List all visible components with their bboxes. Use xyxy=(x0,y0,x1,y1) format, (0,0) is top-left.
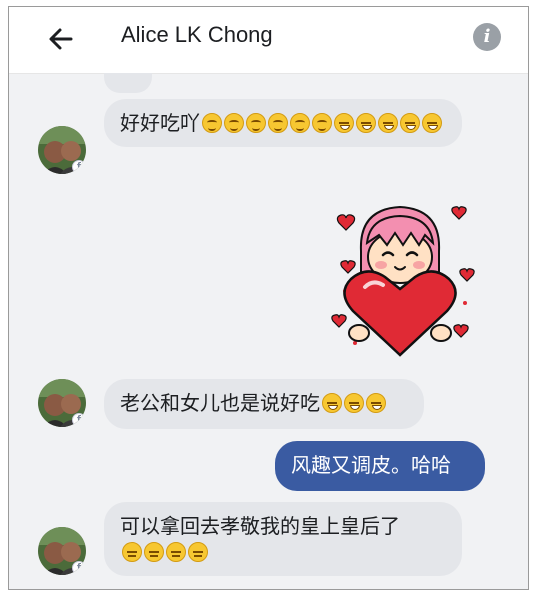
expressionless-face-icon xyxy=(144,542,164,562)
avatar[interactable]: f xyxy=(38,379,86,427)
outgoing-message-bubble[interactable]: 风趣又调皮。哈哈 xyxy=(275,441,485,491)
tears-of-joy-icon xyxy=(400,113,420,133)
avatar[interactable]: f xyxy=(38,126,86,174)
facebook-badge-icon: f xyxy=(72,561,86,575)
expressionless-face-icon xyxy=(122,542,142,562)
smiling-face-icon xyxy=(290,113,310,133)
avatar[interactable]: f xyxy=(38,527,86,575)
smiling-face-icon xyxy=(224,113,244,133)
tears-of-joy-icon xyxy=(356,113,376,133)
smiling-face-icon xyxy=(268,113,288,133)
smiling-face-icon xyxy=(246,113,266,133)
expressionless-face-icon xyxy=(188,542,208,562)
sticker-girl-holding-heart[interactable] xyxy=(325,203,475,361)
smiling-face-icon xyxy=(312,113,332,133)
tears-of-joy-icon xyxy=(334,113,354,133)
tears-of-joy-icon xyxy=(422,113,442,133)
chat-window: Alice LK Chong i f 好好吃吖 f 老公和女儿也是说好吃 风趣又… xyxy=(8,6,529,590)
previous-message-bubble[interactable] xyxy=(104,73,152,93)
message-text: 风趣又调皮。哈哈 xyxy=(291,453,451,477)
message-text: 好好吃吖 xyxy=(120,111,200,135)
tears-of-joy-icon xyxy=(322,393,342,413)
message-bubble[interactable]: 可以拿回去孝敬我的皇上皇后了 xyxy=(104,502,462,576)
facebook-badge-icon: f xyxy=(72,413,86,427)
expressionless-face-icon xyxy=(166,542,186,562)
arrow-left-icon[interactable] xyxy=(43,21,79,57)
facebook-badge-icon: f xyxy=(72,160,86,174)
tears-of-joy-icon xyxy=(344,393,364,413)
info-icon[interactable]: i xyxy=(473,23,501,51)
header-bar: Alice LK Chong i xyxy=(9,7,528,74)
tears-of-joy-icon xyxy=(366,393,386,413)
smiling-face-icon xyxy=(202,113,222,133)
tears-of-joy-icon xyxy=(378,113,398,133)
message-bubble[interactable]: 老公和女儿也是说好吃 xyxy=(104,379,424,429)
message-text: 老公和女儿也是说好吃 xyxy=(120,391,320,415)
message-bubble[interactable]: 好好吃吖 xyxy=(104,99,462,147)
message-text: 可以拿回去孝敬我的皇上皇后了 xyxy=(120,514,400,538)
contact-name[interactable]: Alice LK Chong xyxy=(121,22,273,48)
